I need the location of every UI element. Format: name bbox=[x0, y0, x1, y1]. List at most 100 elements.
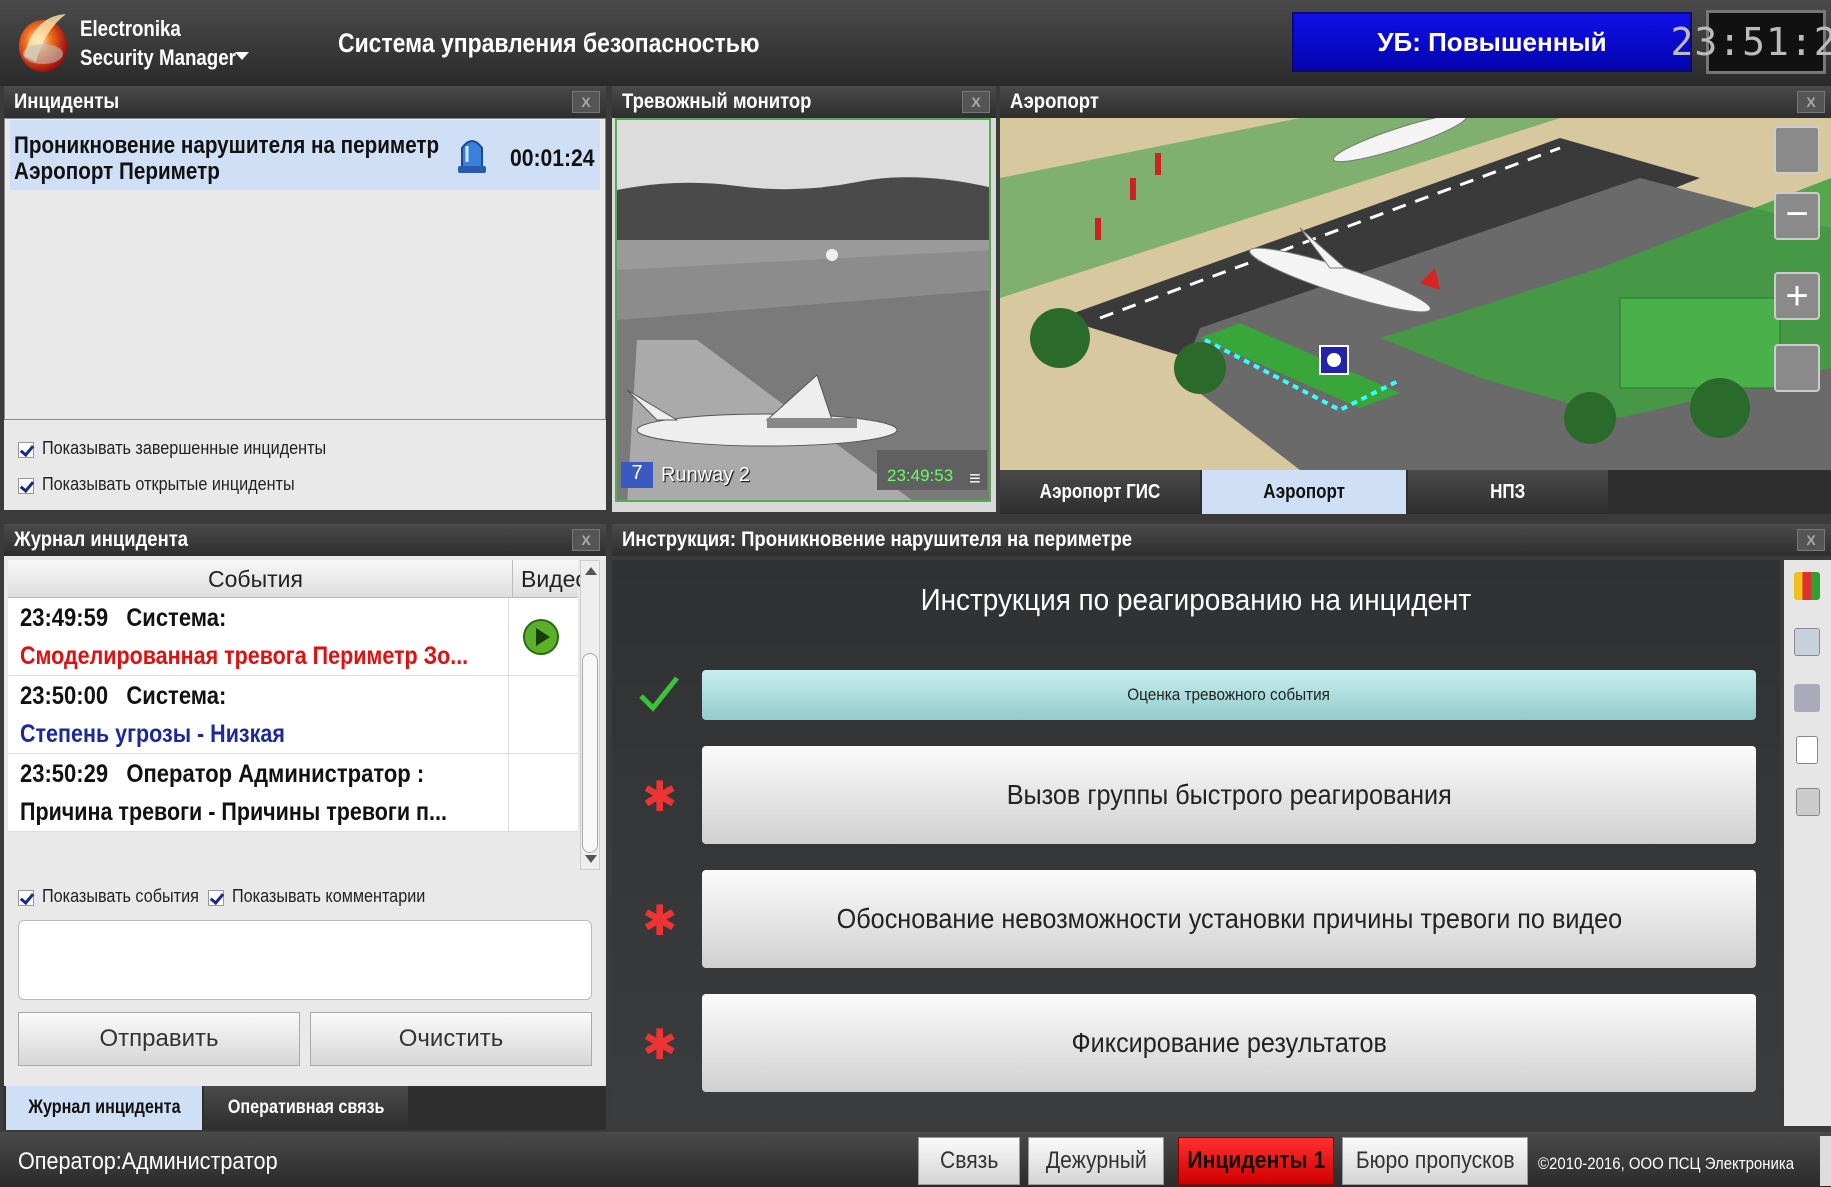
send-button[interactable]: Отправить bbox=[18, 1012, 300, 1066]
col-events[interactable]: События bbox=[208, 560, 303, 598]
scroll-thumb[interactable] bbox=[582, 653, 598, 853]
journal-row-header: 23:49:59 Система: bbox=[20, 604, 226, 633]
column-divider bbox=[508, 598, 509, 832]
event-actor: Оператор Администратор : bbox=[126, 760, 425, 788]
show-closed-label: Показывать завершенные инциденты bbox=[42, 438, 327, 458]
map-panel-title: Аэропорт bbox=[1010, 90, 1099, 113]
tab-npz[interactable]: НПЗ bbox=[1408, 470, 1608, 514]
show-comments-label: Показывать комментарии bbox=[232, 886, 426, 906]
pass-office-button[interactable]: Бюро пропусков bbox=[1342, 1137, 1528, 1185]
logo-icon bbox=[19, 14, 67, 72]
journal-scrollbar[interactable] bbox=[580, 560, 600, 870]
close-icon[interactable]: X bbox=[1797, 91, 1825, 113]
incidents-filters bbox=[4, 420, 606, 510]
event-message: Смоделированная тревога Периметр Зо... bbox=[20, 642, 469, 670]
event-time: 23:50:29 bbox=[20, 760, 109, 788]
instruction-step[interactable]: Обоснование невозможности установки прич… bbox=[702, 870, 1756, 968]
fit-icon[interactable] bbox=[1774, 126, 1820, 174]
copyright: ©2010-2016, ООО ПСЦ Электроника bbox=[1538, 1154, 1795, 1173]
incidents-panel-header: Инциденты X bbox=[4, 86, 606, 118]
event-time: 23:50:00 bbox=[20, 682, 109, 710]
scroll-down-icon[interactable] bbox=[585, 855, 597, 863]
map-zoom-in-icon[interactable]: + bbox=[1774, 272, 1820, 320]
close-icon[interactable]: X bbox=[572, 529, 600, 551]
layers-icon[interactable] bbox=[1774, 344, 1820, 392]
map-panel-header: Аэропорт X bbox=[1000, 86, 1831, 118]
tab-label: НПЗ bbox=[1490, 481, 1526, 503]
show-comments-checkbox[interactable]: Показывать комментарии bbox=[208, 886, 447, 907]
checkbox-checked-icon[interactable] bbox=[18, 441, 34, 458]
report-icon[interactable] bbox=[1794, 572, 1820, 600]
close-icon[interactable]: X bbox=[962, 91, 990, 113]
event-actor: Система: bbox=[126, 682, 227, 710]
journal-panel-header: Журнал инцидента X bbox=[4, 524, 606, 556]
comms-button[interactable]: Связь bbox=[918, 1137, 1020, 1185]
journal-table-header: События Видео bbox=[8, 560, 588, 598]
tab-airport[interactable]: Аэропорт bbox=[1202, 470, 1406, 514]
tab-operational-comms[interactable]: Оперативная связь bbox=[204, 1086, 408, 1130]
map-zoom-out-icon[interactable]: − bbox=[1774, 192, 1820, 240]
instruction-step[interactable]: Фиксирование результатов bbox=[702, 994, 1756, 1092]
checkbox-checked-icon[interactable] bbox=[18, 477, 34, 494]
print-icon[interactable] bbox=[1794, 684, 1820, 712]
journal-row-header: 23:50:29 Оператор Администратор : bbox=[20, 760, 424, 789]
show-open-checkbox[interactable]: Показывать открытые инциденты bbox=[18, 474, 323, 495]
tab-incident-journal[interactable]: Журнал инцидента bbox=[6, 1086, 202, 1130]
close-icon[interactable]: X bbox=[1797, 529, 1825, 551]
asterisk-icon: ✱ bbox=[642, 1021, 678, 1068]
tab-airport-gis[interactable]: Аэропорт ГИС bbox=[1000, 470, 1200, 514]
scroll-up-icon[interactable] bbox=[585, 567, 597, 575]
button-label: Связь bbox=[939, 1147, 999, 1174]
threat-level-indicator[interactable]: УБ: Повышенный bbox=[1292, 12, 1692, 72]
show-closed-checkbox[interactable]: Показывать завершенные инциденты bbox=[18, 438, 358, 459]
airport-map-image bbox=[1000, 118, 1831, 470]
camera-number: 7 bbox=[621, 462, 653, 488]
show-events-checkbox[interactable]: Показывать события bbox=[18, 886, 216, 907]
duty-button[interactable]: Дежурный bbox=[1028, 1137, 1164, 1185]
event-message: Степень угрозы - Низкая bbox=[20, 720, 285, 748]
incidents-button[interactable]: Инциденты 1 bbox=[1178, 1137, 1334, 1185]
camera-frame-image bbox=[617, 120, 989, 500]
clock: 23:51:23 bbox=[1670, 10, 1831, 74]
journal-row[interactable]: 23:50:00 Система: Степень угрозы - Низка… bbox=[8, 676, 578, 754]
incidents-panel-title: Инциденты bbox=[14, 90, 120, 113]
journal-table: События Видео 23:49:59 Система: Смоделир… bbox=[8, 560, 588, 832]
alarm-monitor-title: Тревожный монитор bbox=[622, 90, 812, 113]
checkbox-checked-icon[interactable] bbox=[18, 889, 34, 906]
event-time: 23:49:59 bbox=[20, 604, 109, 632]
journal-row[interactable]: 23:49:59 Система: Смоделированная тревог… bbox=[8, 598, 578, 676]
status-edge-button[interactable] bbox=[1820, 1136, 1831, 1186]
event-actor: Система: bbox=[126, 604, 227, 632]
camera-menu-icon[interactable]: ≡ bbox=[969, 468, 981, 491]
comment-input[interactable] bbox=[18, 920, 592, 1000]
journal-panel-title: Журнал инцидента bbox=[14, 528, 189, 551]
tab-label: Аэропорт bbox=[1263, 481, 1345, 503]
play-icon[interactable] bbox=[522, 618, 560, 656]
mail-icon[interactable] bbox=[1794, 628, 1820, 656]
button-label: Инциденты 1 bbox=[1187, 1147, 1325, 1174]
button-label: Дежурный bbox=[1045, 1147, 1147, 1174]
checkbox-checked-icon[interactable] bbox=[208, 889, 224, 906]
instruction-step-completed[interactable]: Оценка тревожного события bbox=[702, 670, 1756, 720]
close-icon[interactable]: X bbox=[572, 91, 600, 113]
airport-map[interactable] bbox=[1000, 118, 1831, 470]
save-icon[interactable] bbox=[1796, 788, 1820, 816]
brand-product[interactable]: Security Manager bbox=[80, 45, 236, 71]
app-title: Система управления безопасностью bbox=[338, 28, 760, 58]
journal-row[interactable]: 23:50:29 Оператор Администратор : Причин… bbox=[8, 754, 578, 832]
journal-row-header: 23:50:00 Система: bbox=[20, 682, 226, 711]
instruction-heading: Инструкция по реагированию на инцидент bbox=[612, 582, 1780, 618]
camera-timestamp: 23:49:53 bbox=[887, 466, 954, 485]
instruction-step[interactable]: Вызов группы быстрого реагирования bbox=[702, 746, 1756, 844]
clear-button[interactable]: Очистить bbox=[310, 1012, 592, 1066]
instruction-heading-text: Инструкция по реагированию на инцидент bbox=[920, 582, 1472, 617]
step-label: Обоснование невозможности установки прич… bbox=[836, 903, 1622, 934]
col-video[interactable]: Видео bbox=[512, 560, 588, 598]
chevron-down-icon[interactable] bbox=[235, 52, 249, 60]
camera-video[interactable]: 7 Runway 2 23:49:53 ≡ bbox=[615, 118, 991, 502]
step-label: Вызов группы быстрого реагирования bbox=[1006, 779, 1452, 810]
document-icon[interactable] bbox=[1796, 736, 1818, 764]
camera-name: Runway 2 bbox=[661, 464, 750, 486]
brand-name: Electronika bbox=[80, 16, 181, 41]
asterisk-icon: ✱ bbox=[642, 897, 678, 944]
